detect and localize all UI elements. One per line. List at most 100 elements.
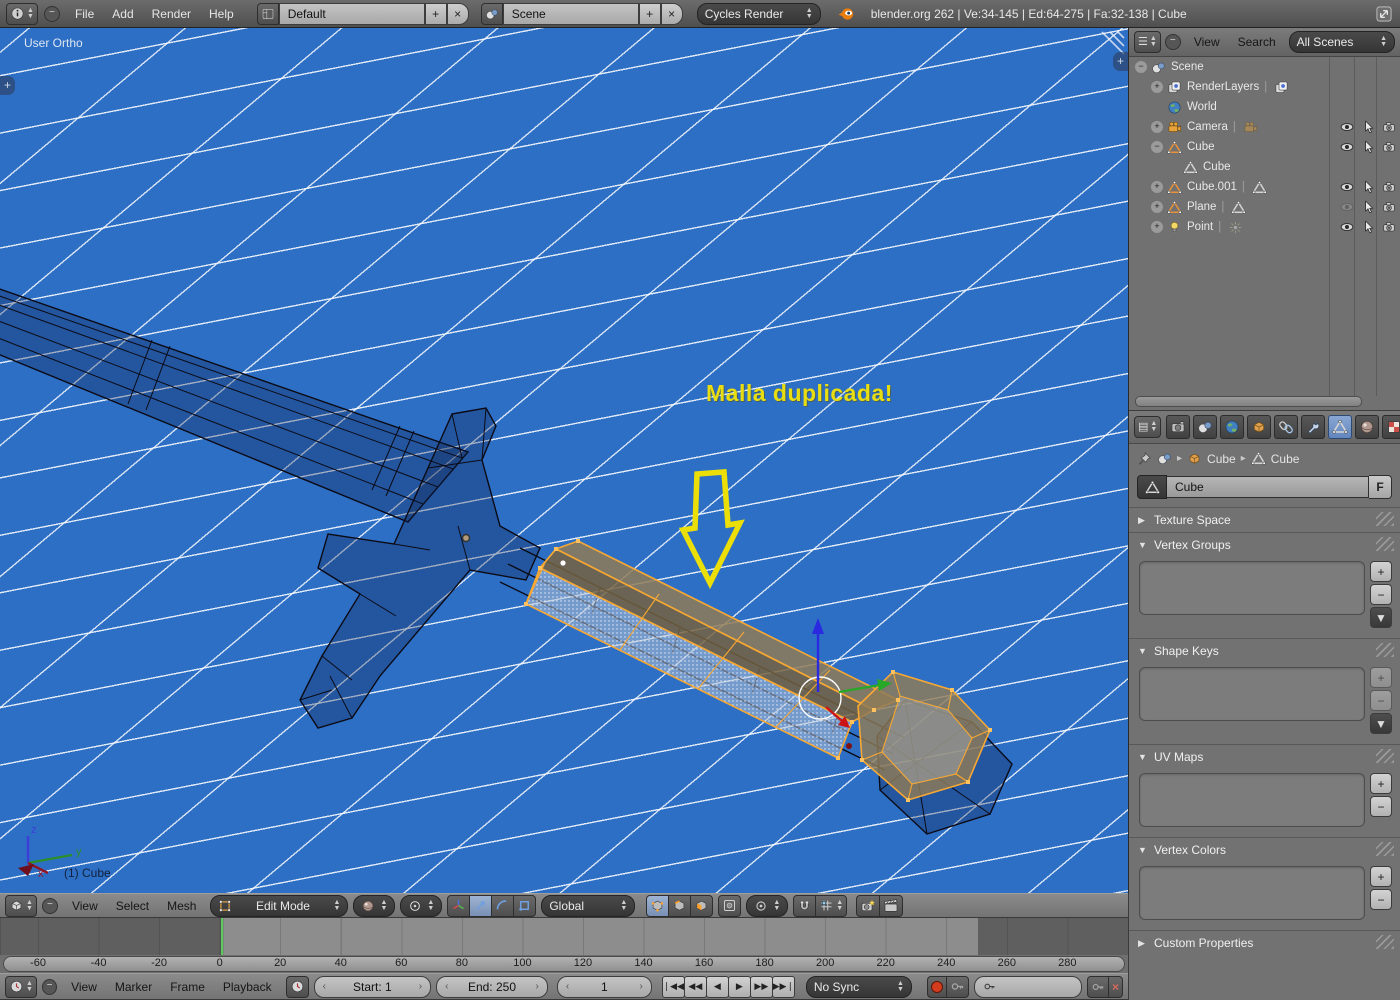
expander[interactable]: + (1151, 121, 1163, 133)
mode-select[interactable]: Edit Mode ▲ ▼ (210, 894, 349, 917)
outliner-row[interactable]: + Point | (1129, 217, 1400, 237)
selectability-toggle[interactable] (1361, 140, 1375, 154)
timeline-ruler[interactable]: -60 -40 -20 0 20 40 60 80 100 120 140 160 180 200 220 2… (0, 955, 1128, 973)
menu-select[interactable]: Select (116, 899, 149, 913)
panel-header-vertex-groups[interactable]: ▼ Vertex Groups (1129, 533, 1400, 557)
properties-tab-scene[interactable] (1193, 415, 1218, 439)
visibility-toggle[interactable] (1340, 120, 1354, 134)
collapse-outliner-menus-button[interactable]: − (1164, 34, 1181, 50)
pivot-point-select[interactable]: ▲ ▼ (400, 894, 443, 917)
vertex-colors-list[interactable] (1139, 866, 1365, 920)
mesh-name-field[interactable]: Cube (1167, 476, 1369, 498)
menu-view[interactable]: View (72, 899, 98, 913)
maximize-window-button[interactable] (1374, 4, 1394, 24)
viewport-shading-select[interactable]: ▲ ▼ (353, 894, 396, 917)
menu-add[interactable]: Add (112, 7, 133, 21)
vertex-groups-list[interactable] (1139, 561, 1365, 615)
scale-manipulator-button[interactable] (513, 894, 537, 917)
editor-type-properties-button[interactable]: ▤ ▲ ▼ (1134, 416, 1162, 438)
add-scene-button[interactable]: + (638, 2, 661, 25)
properties-region-expand-tab[interactable]: + (1113, 52, 1128, 71)
properties-tab-constraints[interactable] (1274, 415, 1299, 439)
vertex-group-specials-menu[interactable]: ▼ (1370, 607, 1392, 628)
add-vertex-group-button[interactable]: + (1370, 561, 1392, 582)
current-frame-field[interactable]: ‹ 1 › (556, 975, 652, 998)
outliner-row[interactable]: Cube (1129, 157, 1400, 177)
collapse-timeline-menus-button[interactable]: − (41, 978, 58, 995)
panel-header-shape-keys[interactable]: ▼ Shape Keys (1129, 639, 1400, 663)
shape-key-specials-menu[interactable]: ▼ (1370, 713, 1392, 734)
frame-end-field[interactable]: ‹ End: 250 › (436, 975, 548, 998)
delete-layout-button[interactable]: × (446, 2, 469, 25)
menu-view[interactable]: View (71, 980, 97, 994)
render-opengl-anim-button[interactable] (879, 894, 904, 917)
auto-keying-set-button[interactable] (945, 975, 969, 998)
corner-grip[interactable] (1101, 31, 1125, 55)
proportional-editing-select[interactable]: ▲ ▼ (746, 894, 789, 917)
panel-header-texture-space[interactable]: ▶ Texture Space (1129, 508, 1400, 532)
properties-tab-world[interactable] (1220, 415, 1245, 439)
scene-icon[interactable] (480, 2, 503, 25)
timeline-track[interactable] (0, 918, 1128, 955)
outliner-row[interactable]: − Scene (1129, 57, 1400, 77)
outliner-row[interactable]: + Plane | (1129, 197, 1400, 217)
renderability-toggle[interactable] (1382, 180, 1396, 194)
menu-render[interactable]: Render (152, 7, 191, 21)
next-keyframe-button[interactable]: ▶▶ (749, 975, 773, 998)
properties-tab-render[interactable] (1166, 415, 1191, 439)
auto-keyframe-record-button[interactable] (926, 975, 947, 998)
selectability-toggle[interactable] (1361, 180, 1375, 194)
play-reverse-button[interactable]: ◀ (705, 975, 729, 998)
editor-type-3dview-button[interactable]: ▲ ▼ (5, 894, 37, 917)
remove-uv-map-button[interactable]: − (1370, 796, 1392, 817)
outliner-display-filter-select[interactable]: All Scenes ▲ ▼ (1288, 31, 1395, 53)
editor-type-outliner-button[interactable]: ☰ ▲ ▼ (1134, 31, 1161, 53)
panel-header-uv-maps[interactable]: ▼ UV Maps (1129, 745, 1400, 769)
outliner-row[interactable]: + Cube.001 | (1129, 177, 1400, 197)
properties-tab-object[interactable] (1247, 415, 1272, 439)
menu-frame[interactable]: Frame (170, 980, 205, 994)
rotate-manipulator-button[interactable] (491, 894, 515, 917)
visibility-toggle[interactable] (1340, 140, 1354, 154)
translate-manipulator-button[interactable] (469, 894, 493, 917)
properties-tab-texture[interactable] (1382, 415, 1400, 439)
frame-start-field[interactable]: ‹ Start: 1 › (313, 975, 432, 998)
add-uv-map-button[interactable]: + (1370, 773, 1392, 794)
remove-shape-key-button[interactable]: − (1370, 690, 1392, 711)
expander[interactable]: + (1151, 181, 1163, 193)
menu-mesh[interactable]: Mesh (167, 899, 196, 913)
outliner-row[interactable]: + Camera | (1129, 117, 1400, 137)
menu-help[interactable]: Help (209, 7, 234, 21)
expander[interactable]: + (1151, 201, 1163, 213)
fake-user-button[interactable]: F (1369, 475, 1392, 499)
timeline-playhead[interactable] (221, 918, 223, 955)
expander[interactable]: + (1151, 81, 1163, 93)
jump-to-start-button[interactable]: ❘◀◀ (661, 975, 685, 998)
expander[interactable]: − (1151, 141, 1163, 153)
insert-keyframe-button[interactable] (1086, 975, 1109, 998)
screen-layout-icon[interactable] (256, 2, 279, 25)
manipulator-toggle-button[interactable] (447, 894, 471, 917)
render-engine-select[interactable]: Cycles Render ▲ ▼ (696, 2, 821, 25)
panel-header-custom-properties[interactable]: ▶ Custom Properties (1129, 931, 1400, 955)
render-opengl-button[interactable] (856, 894, 881, 917)
uv-maps-list[interactable] (1139, 773, 1365, 827)
timeline-scrollbar[interactable] (3, 956, 1125, 972)
outliner-row[interactable]: − Cube (1129, 137, 1400, 157)
face-select-mode-button[interactable] (690, 894, 714, 917)
delete-keyframe-button[interactable]: × (1107, 975, 1123, 998)
outliner-row[interactable]: + RenderLayers | (1129, 77, 1400, 97)
collapse-menus-button[interactable]: − (43, 5, 60, 22)
selectability-toggle[interactable] (1361, 200, 1375, 214)
collapse-viewport-menus-button[interactable]: − (41, 897, 58, 914)
renderability-toggle[interactable] (1382, 200, 1396, 214)
expander[interactable]: − (1135, 61, 1147, 73)
expander[interactable]: + (1151, 221, 1163, 233)
properties-tab-modifiers[interactable] (1301, 415, 1326, 439)
add-shape-key-button[interactable]: + (1370, 667, 1392, 688)
add-layout-button[interactable]: + (424, 2, 447, 25)
visibility-toggle[interactable] (1340, 180, 1354, 194)
toolshelf-expand-tab[interactable]: + (0, 76, 15, 95)
editor-type-info-button[interactable]: ▲ ▼ (6, 2, 38, 25)
screen-layout-field[interactable]: Default (278, 2, 425, 25)
